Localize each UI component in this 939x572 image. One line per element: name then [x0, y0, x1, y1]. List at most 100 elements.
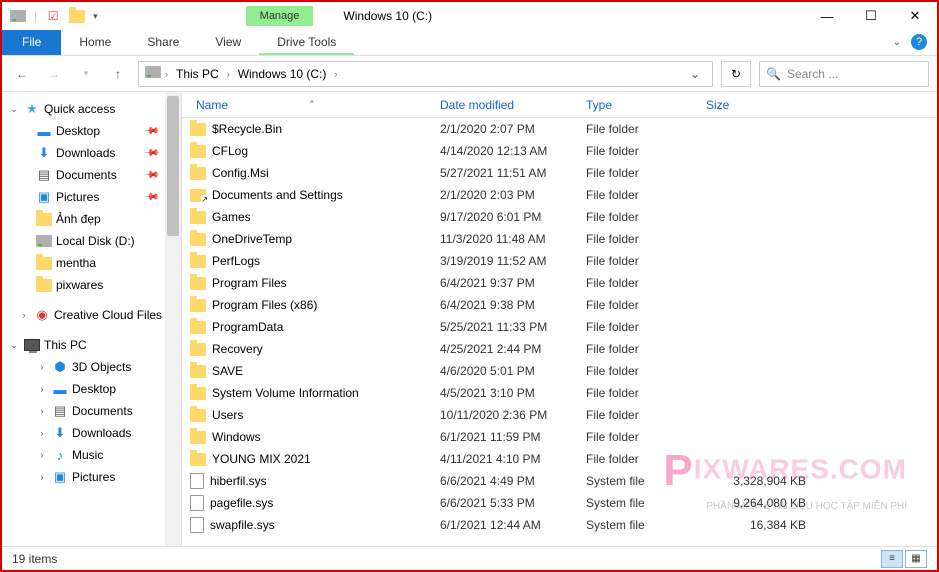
- pc-icon: [24, 337, 40, 353]
- file-row[interactable]: OneDriveTemp11/3/2020 11:48 AMFile folde…: [182, 228, 937, 250]
- file-type: File folder: [586, 254, 706, 268]
- column-size[interactable]: Size: [706, 98, 826, 112]
- expand-icon[interactable]: ›: [36, 450, 48, 460]
- tree-documents-pc[interactable]: › ▤ Documents: [2, 400, 181, 422]
- column-date[interactable]: Date modified: [440, 98, 586, 112]
- file-row[interactable]: Program Files (x86)6/4/2021 9:38 PMFile …: [182, 294, 937, 316]
- column-name[interactable]: Name⌃: [182, 98, 440, 112]
- expand-icon[interactable]: ›: [36, 472, 48, 482]
- properties-icon[interactable]: ☑: [45, 8, 61, 24]
- column-type[interactable]: Type: [586, 98, 706, 112]
- tree-3d-objects[interactable]: ›⬢3D Objects: [2, 356, 181, 378]
- file-type: File folder: [586, 320, 706, 334]
- breadcrumb-bar[interactable]: › This PC › Windows 10 (C:) › ⌄: [138, 61, 713, 87]
- file-row[interactable]: System Volume Information4/5/2021 3:10 P…: [182, 382, 937, 404]
- minimize-button[interactable]: —: [805, 2, 849, 30]
- chevron-right-icon[interactable]: ›: [165, 69, 168, 79]
- collapse-icon[interactable]: ⌄: [8, 340, 20, 351]
- folder-icon: [190, 365, 206, 378]
- expand-icon[interactable]: ›: [36, 384, 48, 394]
- tree-pictures-pc[interactable]: ›▣Pictures: [2, 466, 181, 488]
- file-date: 6/6/2021 5:33 PM: [440, 496, 586, 510]
- file-row[interactable]: ProgramData5/25/2021 11:33 PMFile folder: [182, 316, 937, 338]
- new-folder-icon[interactable]: [69, 8, 85, 24]
- tree-mentha[interactable]: mentha: [2, 252, 181, 274]
- details-view-button[interactable]: ≡: [881, 550, 903, 568]
- ribbon-expand-icon[interactable]: ⌄: [893, 37, 901, 48]
- tab-drive-tools[interactable]: Drive Tools: [259, 30, 354, 55]
- search-input[interactable]: 🔍 Search ...: [759, 61, 929, 87]
- file-row[interactable]: hiberfil.sys6/6/2021 4:49 PMSystem file3…: [182, 470, 937, 492]
- close-button[interactable]: ✕: [893, 2, 937, 30]
- tab-home[interactable]: Home: [61, 30, 129, 55]
- documents-icon: ▤: [52, 403, 68, 419]
- file-row[interactable]: Documents and Settings2/1/2020 2:03 PMFi…: [182, 184, 937, 206]
- thumbnails-view-button[interactable]: ▦: [905, 550, 927, 568]
- refresh-button[interactable]: ↻: [721, 61, 751, 87]
- breadcrumb-location[interactable]: Windows 10 (C:): [234, 67, 331, 81]
- folder-icon: [190, 321, 206, 334]
- expand-icon[interactable]: ›: [36, 362, 48, 372]
- recent-dropdown-icon[interactable]: ▾: [74, 62, 98, 86]
- window-controls: — ☐ ✕: [805, 2, 937, 30]
- back-button[interactable]: ←: [10, 62, 34, 86]
- qat-separator: |: [34, 9, 37, 23]
- maximize-button[interactable]: ☐: [849, 2, 893, 30]
- chevron-right-icon[interactable]: ›: [334, 69, 337, 79]
- tab-share[interactable]: Share: [129, 30, 197, 55]
- file-size: 16,384 KB: [706, 518, 826, 532]
- breadcrumb-this-pc[interactable]: This PC: [172, 67, 223, 81]
- file-date: 5/25/2021 11:33 PM: [440, 320, 586, 334]
- tree-downloads[interactable]: ⬇Downloads📌: [2, 142, 181, 164]
- file-type: File folder: [586, 364, 706, 378]
- file-row[interactable]: PerfLogs3/19/2019 11:52 AMFile folder: [182, 250, 937, 272]
- folder-icon: [190, 255, 206, 268]
- tree-desktop-pc[interactable]: ›▬Desktop: [2, 378, 181, 400]
- file-row[interactable]: Program Files6/4/2021 9:37 PMFile folder: [182, 272, 937, 294]
- tree-label: Documents: [72, 404, 133, 418]
- tree-pixwares[interactable]: pixwares: [2, 274, 181, 296]
- file-row[interactable]: $Recycle.Bin2/1/2020 2:07 PMFile folder: [182, 118, 937, 140]
- tree-anhdep[interactable]: Ảnh đẹp: [2, 208, 181, 230]
- help-icon[interactable]: ?: [911, 34, 927, 50]
- expand-icon[interactable]: ›: [36, 406, 48, 416]
- tree-quick-access[interactable]: ⌄ ★ Quick access: [2, 98, 181, 120]
- address-dropdown-icon[interactable]: ⌄: [684, 67, 706, 81]
- tree-desktop[interactable]: ▬Desktop📌: [2, 120, 181, 142]
- file-row[interactable]: pagefile.sys6/6/2021 5:33 PMSystem file9…: [182, 492, 937, 514]
- expand-icon[interactable]: ›: [18, 310, 30, 320]
- folder-icon: [36, 255, 52, 271]
- tree-documents[interactable]: ▤Documents📌: [2, 164, 181, 186]
- file-row[interactable]: swapfile.sys6/1/2021 12:44 AMSystem file…: [182, 514, 937, 536]
- file-row[interactable]: Config.Msi5/27/2021 11:51 AMFile folder: [182, 162, 937, 184]
- nav-scrollbar[interactable]: [165, 92, 181, 546]
- file-row[interactable]: SAVE4/6/2020 5:01 PMFile folder: [182, 360, 937, 382]
- tab-file[interactable]: File: [2, 30, 61, 55]
- up-button[interactable]: ↑: [106, 62, 130, 86]
- tree-local-disk-d[interactable]: Local Disk (D:): [2, 230, 181, 252]
- file-row[interactable]: Windows6/1/2021 11:59 PMFile folder: [182, 426, 937, 448]
- tab-view[interactable]: View: [197, 30, 259, 55]
- tree-label: Local Disk (D:): [56, 234, 135, 248]
- collapse-icon[interactable]: ⌄: [8, 104, 20, 115]
- tree-creative-cloud[interactable]: ›◉Creative Cloud Files: [2, 304, 181, 326]
- tree-music[interactable]: ›♪Music: [2, 444, 181, 466]
- file-date: 4/25/2021 2:44 PM: [440, 342, 586, 356]
- file-row[interactable]: YOUNG MIX 20214/11/2021 4:10 PMFile fold…: [182, 448, 937, 470]
- forward-button[interactable]: →: [42, 62, 66, 86]
- chevron-right-icon[interactable]: ›: [227, 69, 230, 79]
- file-row[interactable]: Games9/17/2020 6:01 PMFile folder: [182, 206, 937, 228]
- file-row[interactable]: CFLog4/14/2020 12:13 AMFile folder: [182, 140, 937, 162]
- file-row[interactable]: Users10/11/2020 2:36 PMFile folder: [182, 404, 937, 426]
- file-row[interactable]: Recovery4/25/2021 2:44 PMFile folder: [182, 338, 937, 360]
- tree-downloads-pc[interactable]: ›⬇Downloads: [2, 422, 181, 444]
- qat-customize-icon[interactable]: ▾: [93, 11, 98, 22]
- tree-label: pixwares: [56, 278, 103, 292]
- tree-this-pc[interactable]: ⌄This PC: [2, 334, 181, 356]
- junction-icon: [190, 189, 206, 202]
- tree-pictures[interactable]: ▣Pictures📌: [2, 186, 181, 208]
- file-name: Recovery: [212, 342, 263, 356]
- desktop-icon: ▬: [36, 123, 52, 139]
- expand-icon[interactable]: ›: [36, 428, 48, 438]
- pin-icon: 📌: [142, 189, 159, 206]
